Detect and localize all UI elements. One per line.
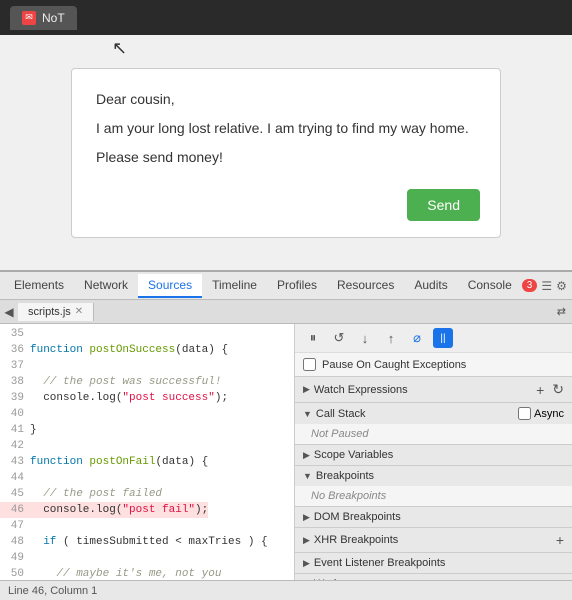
expand-icon[interactable]: ⇄ bbox=[551, 305, 572, 318]
code-line-37: 37 bbox=[0, 358, 294, 374]
code-panel: 35 36 function postOnSuccess(data) { 37 … bbox=[0, 324, 295, 580]
event-listener-title: Event Listener Breakpoints bbox=[314, 557, 445, 569]
scripts-file-tab[interactable]: scripts.js ✕ bbox=[18, 303, 94, 321]
async-checkbox-area: Async bbox=[518, 407, 564, 420]
xhr-breakpoints-section: ▶ XHR Breakpoints + bbox=[295, 528, 572, 553]
step-over-button[interactable]: ↺ bbox=[329, 328, 349, 348]
xhr-breakpoints-title: XHR Breakpoints bbox=[314, 534, 398, 546]
code-line-42: 42 bbox=[0, 438, 294, 454]
async-checkbox[interactable] bbox=[518, 407, 531, 420]
pause-exceptions-label: Pause On Caught Exceptions bbox=[322, 359, 466, 371]
scope-variables-title: Scope Variables bbox=[314, 449, 393, 461]
code-lines: 35 36 function postOnSuccess(data) { 37 … bbox=[0, 324, 294, 580]
xhr-chevron-icon: ▶ bbox=[303, 535, 310, 546]
filter-icon[interactable]: ☰ bbox=[541, 279, 552, 293]
tab-audits[interactable]: Audits bbox=[404, 274, 457, 298]
step-into-button[interactable]: ↓ bbox=[355, 328, 375, 348]
status-text: Line 46, Column 1 bbox=[8, 585, 97, 597]
watch-chevron-icon: ▶ bbox=[303, 384, 310, 395]
code-line-45: 45 // the post failed bbox=[0, 486, 294, 502]
event-chevron-icon: ▶ bbox=[303, 558, 310, 569]
dom-breakpoints-header[interactable]: ▶ DOM Breakpoints bbox=[295, 507, 572, 527]
pause-exceptions-button[interactable]: || bbox=[433, 328, 453, 348]
xhr-breakpoints-header[interactable]: ▶ XHR Breakpoints + bbox=[295, 528, 572, 552]
breakpoints-header[interactable]: ▼ Breakpoints bbox=[295, 466, 572, 486]
event-listener-section: ▶ Event Listener Breakpoints bbox=[295, 553, 572, 574]
code-line-40: 40 bbox=[0, 406, 294, 422]
dom-chevron-icon: ▶ bbox=[303, 512, 310, 523]
watch-refresh-icon[interactable]: ↻ bbox=[552, 381, 564, 398]
watch-add-icon[interactable]: + bbox=[536, 382, 544, 398]
status-bar: Line 46, Column 1 bbox=[0, 580, 572, 600]
right-panel: ⏸ ↺ ↓ ↑ ⌀ || Pause On Caught Exceptions … bbox=[295, 324, 572, 580]
nav-back-icon[interactable]: ◀ bbox=[0, 303, 18, 321]
code-line-35: 35 bbox=[0, 326, 294, 342]
devtools-tabs: Elements Network Sources Timeline Profil… bbox=[0, 272, 572, 300]
file-tab-bar: ◀ scripts.js ✕ ⇄ bbox=[0, 300, 572, 324]
code-line-43: 43 function postOnFail(data) { bbox=[0, 454, 294, 470]
browser-bar: ✉ NoT bbox=[0, 0, 572, 35]
debugger-toolbar: ⏸ ↺ ↓ ↑ ⌀ || bbox=[295, 324, 572, 353]
tab-elements[interactable]: Elements bbox=[4, 274, 74, 298]
code-line-47: 47 bbox=[0, 518, 294, 534]
code-line-46: 46 console.log("post fail"); bbox=[0, 502, 294, 518]
async-label: Async bbox=[534, 408, 564, 420]
devtools-panel: Elements Network Sources Timeline Profil… bbox=[0, 270, 572, 600]
scope-variables-section: ▶ Scope Variables bbox=[295, 445, 572, 466]
watch-expressions-header[interactable]: ▶ Watch Expressions + ↻ bbox=[295, 377, 572, 402]
devtools-tab-icons: 3 ☰ ⚙ ▣ ✕ bbox=[522, 279, 572, 293]
email-line-2: I am your long lost relative. I am tryin… bbox=[96, 118, 476, 139]
code-line-39: 39 console.log("post success"); bbox=[0, 390, 294, 406]
xhr-add-icon[interactable]: + bbox=[556, 532, 564, 548]
tab-timeline[interactable]: Timeline bbox=[202, 274, 267, 298]
event-listener-header[interactable]: ▶ Event Listener Breakpoints bbox=[295, 553, 572, 573]
tab-profiles[interactable]: Profiles bbox=[267, 274, 327, 298]
breakpoints-chevron-icon: ▼ bbox=[303, 471, 312, 481]
call-stack-section: ▼ Call Stack Async Not Paused bbox=[295, 403, 572, 445]
breakpoints-section: ▼ Breakpoints No Breakpoints bbox=[295, 466, 572, 507]
error-badge: 3 bbox=[522, 279, 538, 292]
tab-console[interactable]: Console bbox=[458, 274, 522, 298]
tab-resources[interactable]: Resources bbox=[327, 274, 404, 298]
breakpoints-title: Breakpoints bbox=[316, 470, 374, 482]
browser-tab[interactable]: ✉ NoT bbox=[10, 6, 77, 30]
tab-sources[interactable]: Sources bbox=[138, 274, 202, 298]
code-line-38: 38 // the post was successful! bbox=[0, 374, 294, 390]
file-tab-label: scripts.js bbox=[28, 306, 71, 318]
email-area: Dear cousin, I am your long lost relativ… bbox=[0, 35, 572, 270]
scope-variables-header[interactable]: ▶ Scope Variables bbox=[295, 445, 572, 465]
pause-button[interactable]: ⏸ bbox=[303, 328, 323, 348]
email-line-3: Please send money! bbox=[96, 147, 476, 168]
no-breakpoints-label: No Breakpoints bbox=[295, 486, 572, 506]
settings-icon[interactable]: ⚙ bbox=[556, 279, 567, 293]
tab-icon: ✉ bbox=[22, 11, 36, 25]
tab-label: NoT bbox=[42, 11, 65, 25]
send-button[interactable]: Send bbox=[407, 189, 480, 221]
file-close-icon[interactable]: ✕ bbox=[75, 306, 83, 317]
code-line-50: 50 // maybe it's me, not you bbox=[0, 566, 294, 580]
watch-expressions-title: Watch Expressions bbox=[314, 384, 408, 396]
pause-exceptions-row: Pause On Caught Exceptions bbox=[295, 353, 572, 377]
callstack-chevron-icon: ▼ bbox=[303, 409, 312, 419]
dom-breakpoints-section: ▶ DOM Breakpoints bbox=[295, 507, 572, 528]
pause-exceptions-checkbox[interactable] bbox=[303, 358, 316, 371]
email-card: Dear cousin, I am your long lost relativ… bbox=[71, 68, 501, 238]
step-out-button[interactable]: ↑ bbox=[381, 328, 401, 348]
watch-expressions-section: ▶ Watch Expressions + ↻ bbox=[295, 377, 572, 403]
code-line-44: 44 bbox=[0, 470, 294, 486]
email-line-1: Dear cousin, bbox=[96, 89, 476, 110]
not-paused-label: Not Paused bbox=[295, 424, 572, 444]
dom-breakpoints-title: DOM Breakpoints bbox=[314, 511, 401, 523]
call-stack-title: Call Stack bbox=[316, 408, 366, 420]
code-line-36: 36 function postOnSuccess(data) { bbox=[0, 342, 294, 358]
deactivate-button[interactable]: ⌀ bbox=[407, 328, 427, 348]
scope-chevron-icon: ▶ bbox=[303, 450, 310, 461]
code-line-48: 48 if ( timesSubmitted < maxTries ) { bbox=[0, 534, 294, 550]
code-line-49: 49 bbox=[0, 550, 294, 566]
devtools-body: 35 36 function postOnSuccess(data) { 37 … bbox=[0, 324, 572, 580]
call-stack-header[interactable]: ▼ Call Stack Async bbox=[295, 403, 572, 424]
tab-network[interactable]: Network bbox=[74, 274, 138, 298]
code-line-41: 41 } bbox=[0, 422, 294, 438]
